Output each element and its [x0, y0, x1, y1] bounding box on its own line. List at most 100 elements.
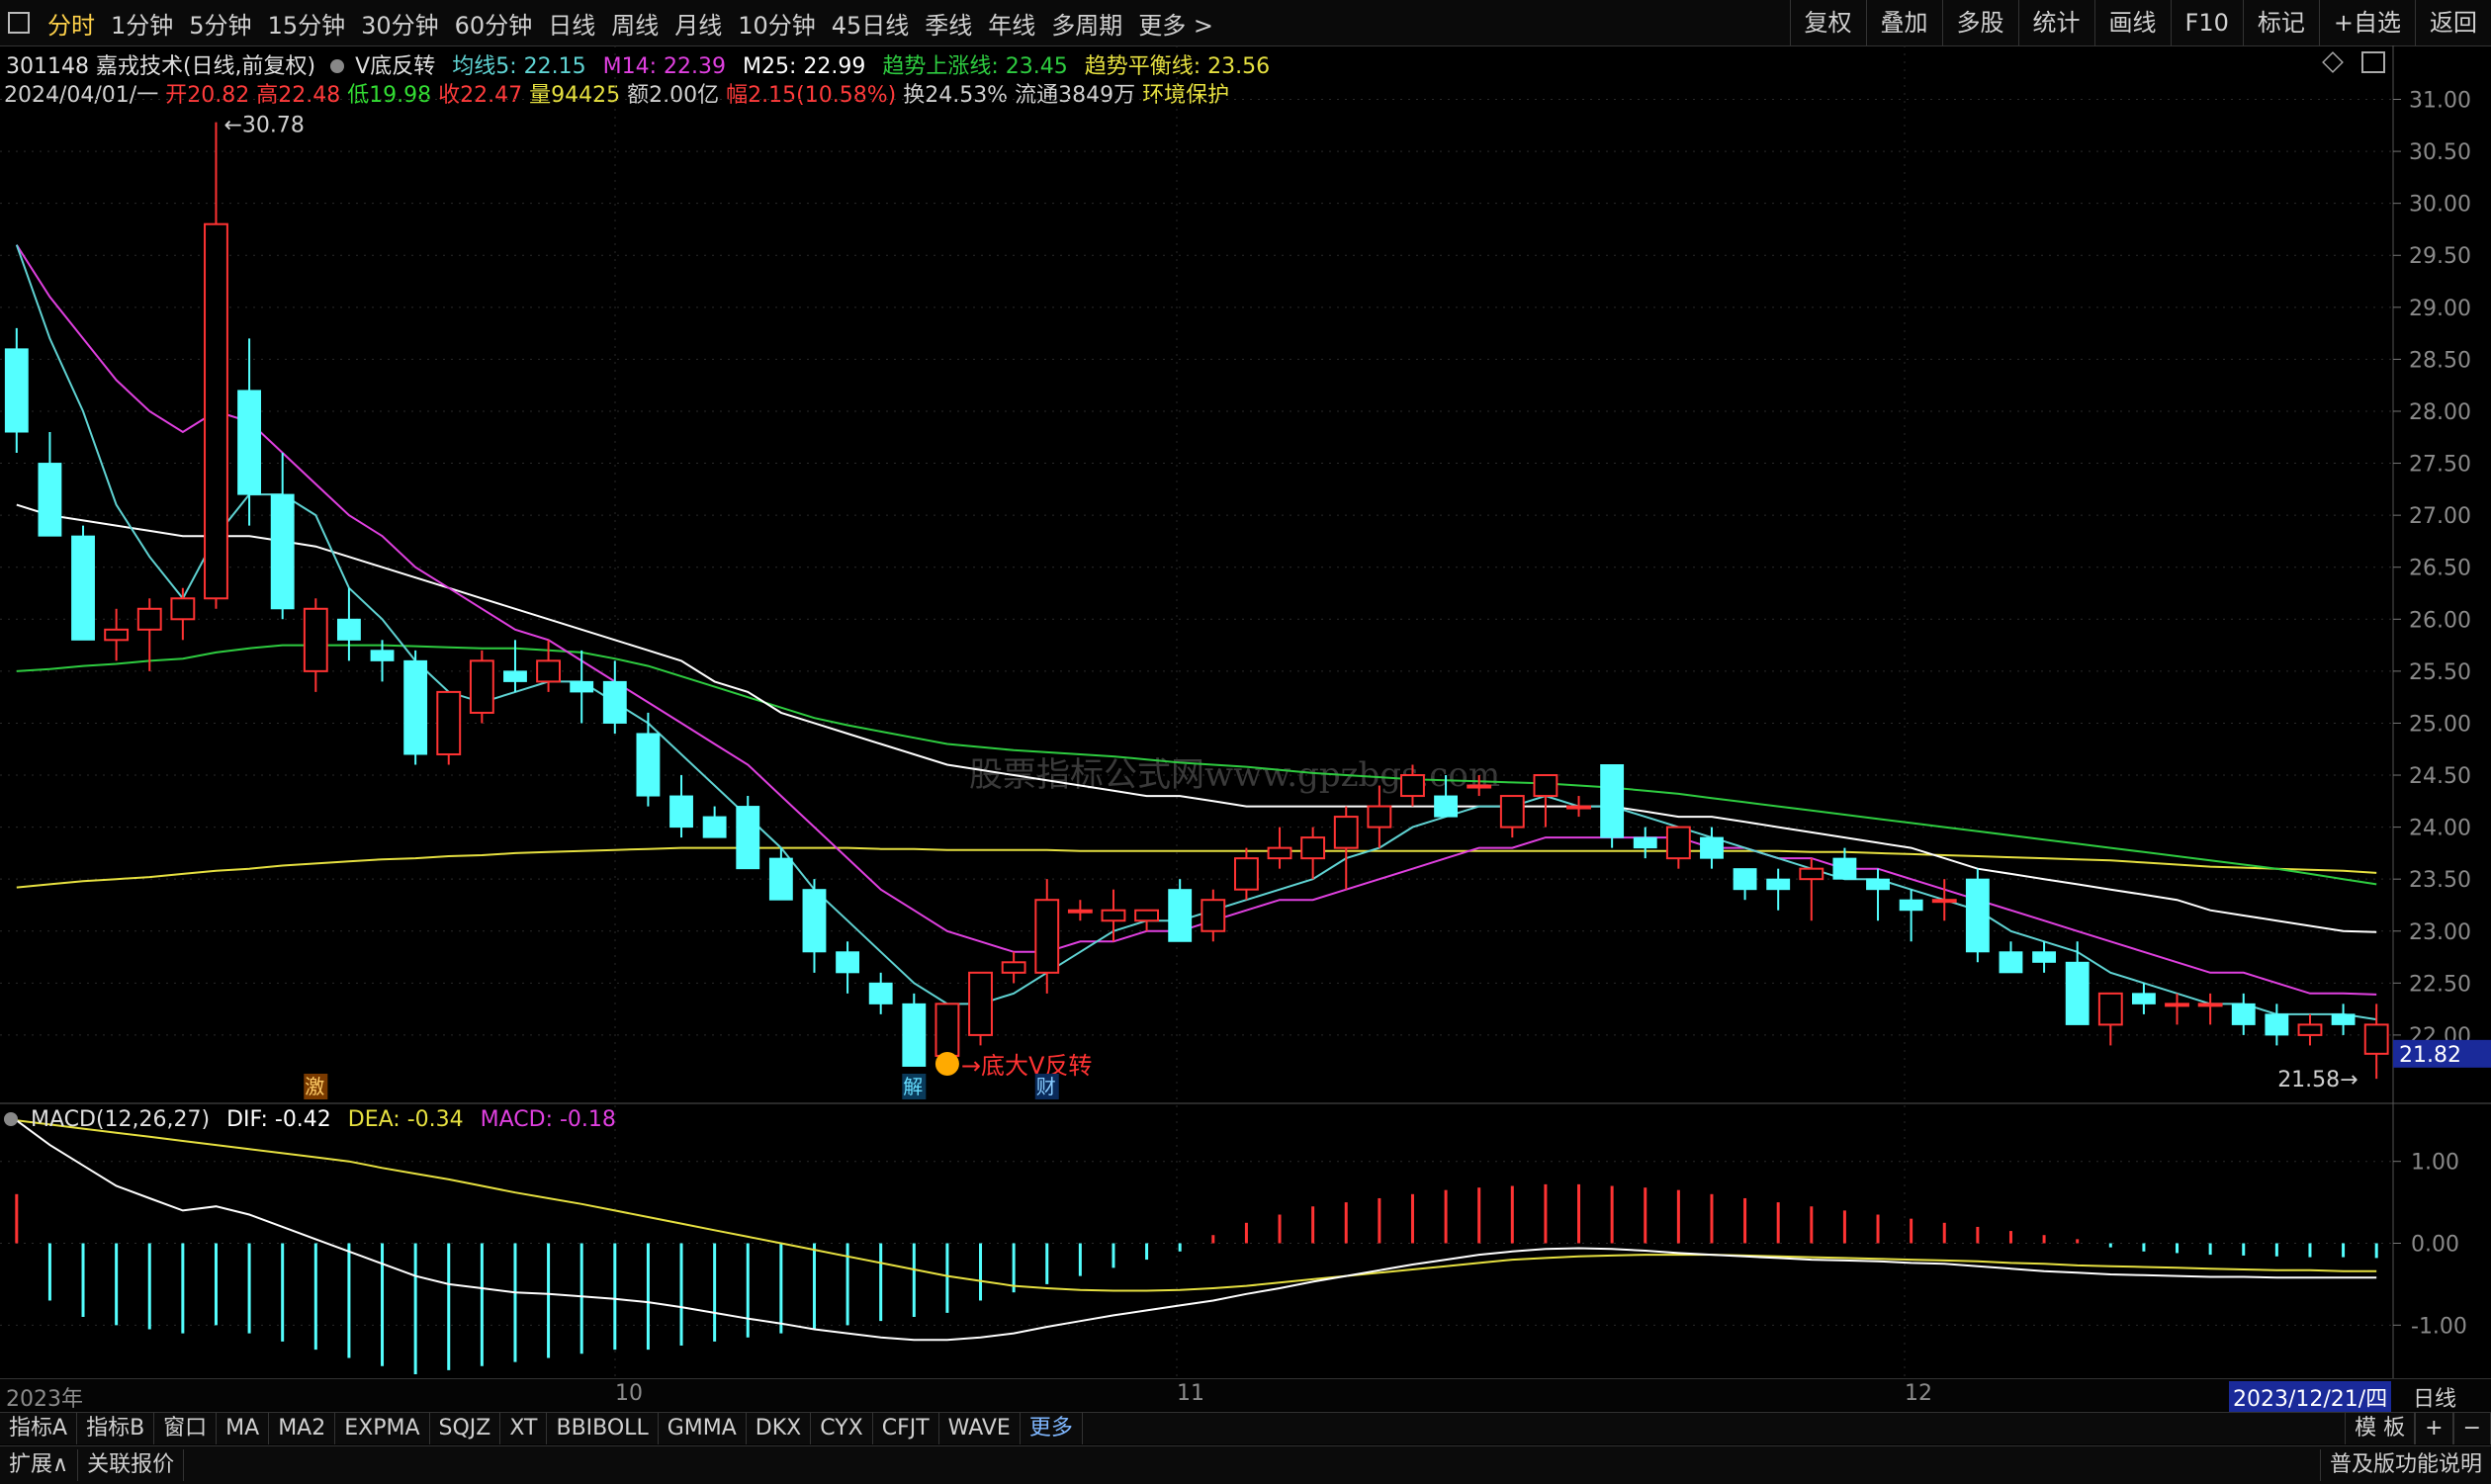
- candle-body: [2331, 1013, 2356, 1025]
- candle-body: [2231, 1003, 2256, 1025]
- candle-body: [1832, 857, 1857, 880]
- candle: [1633, 827, 1657, 859]
- macd-settings-icon[interactable]: [4, 1112, 18, 1126]
- related-quote-button[interactable]: 关联报价: [78, 1449, 185, 1481]
- time-label-nov: 11: [1177, 1381, 1204, 1406]
- candle-body: [768, 857, 793, 901]
- price-tick-label: 30.00: [2409, 193, 2471, 218]
- candle-body: [1300, 836, 1326, 860]
- candle-body: [2265, 1013, 2289, 1036]
- candle: [1533, 774, 1558, 828]
- candle: [469, 650, 494, 724]
- candle-body: [1665, 826, 1691, 860]
- time-label-oct: 10: [615, 1381, 643, 1406]
- candle-body: [503, 670, 527, 682]
- price-tick-label: 28.50: [2409, 348, 2471, 373]
- candle-body: [1733, 868, 1757, 891]
- candle: [2363, 1004, 2389, 1080]
- candle-body: [4, 348, 29, 433]
- candle: [1034, 879, 1060, 994]
- candle-body: [2032, 951, 2057, 963]
- candle-body: [2197, 1003, 2223, 1007]
- candle: [570, 650, 594, 724]
- indicator-tab[interactable]: CYX: [811, 1413, 873, 1444]
- price-tick-label: 25.50: [2409, 660, 2471, 685]
- trend_up-line: [16, 644, 2377, 886]
- candle-body: [1034, 899, 1060, 974]
- candle: [2265, 1004, 2289, 1046]
- candle: [636, 712, 661, 807]
- dif-line: [16, 1119, 2377, 1342]
- indicator-tab[interactable]: XT: [500, 1413, 548, 1444]
- last-price-label: 21.82: [2399, 1043, 2461, 1068]
- price-tick-label: 26.00: [2409, 608, 2471, 633]
- candle-body: [1533, 774, 1558, 798]
- candle: [1467, 775, 1492, 797]
- candle-body: [669, 795, 693, 829]
- candle: [2032, 941, 2057, 973]
- candle-body: [2131, 993, 2156, 1004]
- candle-body: [2363, 1023, 2389, 1055]
- candle: [1168, 879, 1193, 942]
- candle-body: [570, 680, 594, 693]
- footer-bar: 扩展∧ 关联报价 普及版功能说明: [0, 1445, 2491, 1484]
- candle: [1300, 827, 1326, 880]
- candle-body: [934, 1003, 960, 1057]
- indicator-tab[interactable]: EXPMA: [335, 1413, 430, 1444]
- candle: [38, 432, 62, 537]
- indicator-tab[interactable]: 指标A: [0, 1413, 78, 1444]
- template-control[interactable]: −: [2452, 1413, 2491, 1444]
- indicator-tab[interactable]: 窗口: [154, 1413, 218, 1444]
- signal-label: →底大V反转: [961, 1052, 1093, 1080]
- candle: [1333, 806, 1359, 890]
- help-link[interactable]: 普及版功能说明: [2319, 1449, 2491, 1481]
- period-label[interactable]: 日线: [2413, 1381, 2456, 1413]
- m25-line: [16, 503, 2377, 933]
- expand-button[interactable]: 扩展∧: [0, 1449, 79, 1481]
- candle-body: [1799, 867, 1824, 881]
- candle: [868, 972, 893, 1014]
- macd-tick-label: 1.00: [2411, 1151, 2459, 1176]
- indicator-tab[interactable]: GMMA: [659, 1413, 747, 1444]
- candle: [4, 327, 29, 454]
- candle-body: [1333, 816, 1359, 849]
- candle-body: [1700, 836, 1724, 859]
- indicator-tab[interactable]: DKX: [747, 1413, 812, 1444]
- indicator-tab[interactable]: WAVE: [939, 1413, 1021, 1444]
- candle: [2197, 993, 2223, 1025]
- candle-body: [1931, 899, 1957, 904]
- indicator-tab[interactable]: MA2: [269, 1413, 336, 1444]
- candle: [968, 971, 993, 1046]
- candle-body: [1001, 961, 1026, 974]
- chart-canvas[interactable]: 31.00 30.50 30.00 29.50 29.00 28.50 28.00 27.50…: [0, 0, 2491, 1484]
- candle-body: [2065, 961, 2090, 1025]
- candle: [71, 525, 95, 641]
- candle-body: [802, 889, 827, 953]
- candle-body: [1866, 878, 1890, 891]
- price-tick-label: 23.50: [2409, 868, 2471, 893]
- candle-body: [902, 1003, 927, 1067]
- macd-title[interactable]: MACD(12,26,27): [31, 1107, 210, 1132]
- time-axis: 2023年 10 11 12 2023/12/21/四 日线: [0, 1378, 2491, 1413]
- indicator-tab[interactable]: 更多: [1021, 1413, 1083, 1444]
- candle: [1733, 868, 1757, 901]
- indicator-tab[interactable]: MA: [217, 1413, 270, 1444]
- price-tick-label: 28.00: [2409, 400, 2471, 425]
- template-control[interactable]: 模 板: [2345, 1413, 2416, 1444]
- indicator-tab[interactable]: BBIBOLL: [547, 1413, 659, 1444]
- candle-body: [104, 628, 130, 642]
- candle: [1799, 858, 1824, 921]
- indicator-tab[interactable]: 指标B: [77, 1413, 155, 1444]
- indicator-tab[interactable]: CFJT: [873, 1413, 939, 1444]
- high-price-label: ←30.78: [223, 114, 304, 138]
- candle: [403, 650, 428, 765]
- price-tick-label: 27.50: [2409, 453, 2471, 478]
- template-control[interactable]: +: [2415, 1413, 2453, 1444]
- candle-body: [436, 690, 462, 755]
- price-tick-label: 27.00: [2409, 504, 2471, 529]
- indicator-tab[interactable]: SQJZ: [430, 1413, 501, 1444]
- candle: [1201, 889, 1226, 942]
- indicator-tab-list: 指标A 指标B 窗口 MA MA2 EXPMA SQJZ XT BBIBOLL GMMA DKX CY…: [0, 1413, 1083, 1444]
- tag-jie: 解: [903, 1075, 923, 1098]
- macd-dea: DEA: -0.34: [347, 1107, 464, 1132]
